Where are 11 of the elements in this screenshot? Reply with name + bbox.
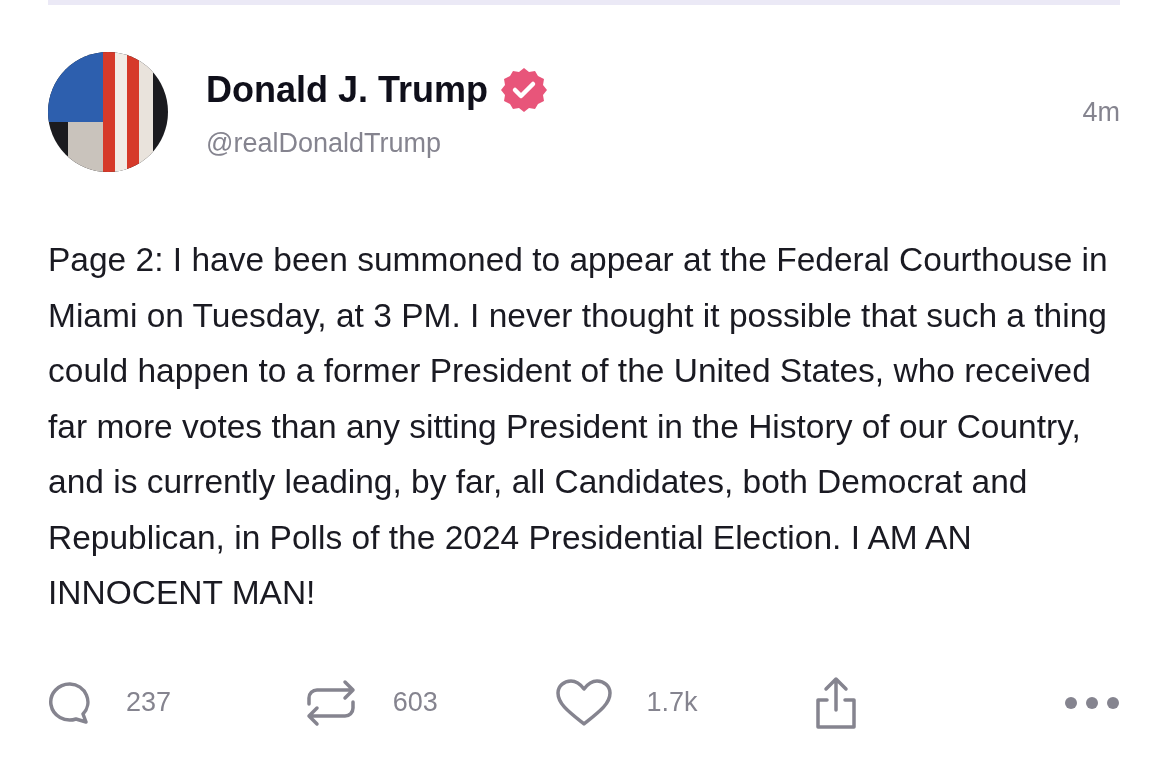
post-time: 4m — [1082, 96, 1120, 128]
action-count: 237 — [126, 687, 172, 718]
post-text: Page 2: I have been summoned to appear at the Federal Courthouse in Miami on Tuesday, at 3 PM. I never thought it possible that such a thing could happen to a former President of the United States, who received far more votes than any sitting President in the History of our Country, and is currently leading, by far, all Candidates, both Democrat and Republican, in Polls of the 2024 Presidential Election. I AM AN INNOCENT MAN! — [48, 240, 1109, 613]
author-name[interactable]: Donald J. Trump — [206, 68, 489, 111]
heart-icon[interactable] — [554, 677, 613, 728]
author-handle[interactable]: @realDonaldTrump — [206, 127, 1045, 159]
action-count: 603 — [392, 687, 438, 718]
share-icon[interactable] — [814, 675, 859, 730]
comment-icon[interactable] — [48, 680, 92, 725]
more-icon[interactable] — [1064, 695, 1120, 710]
action-count: 1.7k — [646, 687, 698, 718]
